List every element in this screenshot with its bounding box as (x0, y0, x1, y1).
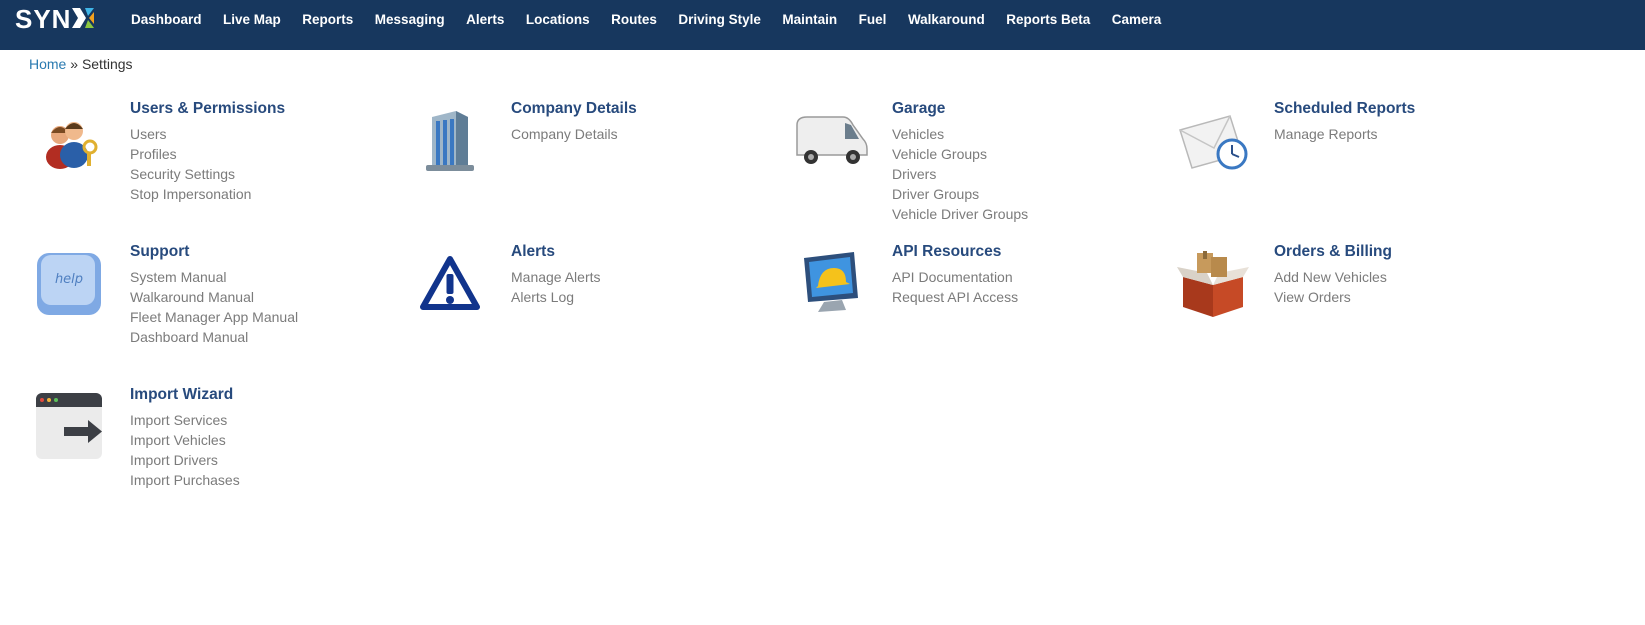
settings-section-import: Import Wizard Import Services Import Vehic… (29, 386, 409, 526)
van-icon[interactable] (791, 100, 871, 180)
section-title-users[interactable]: Users & Permissions (130, 100, 285, 118)
help-key-icon[interactable]: help (29, 243, 109, 323)
monitor-hardhat-icon[interactable] (791, 243, 871, 323)
settings-section-scheduled: Scheduled Reports Manage Reports (1173, 100, 1553, 240)
settings-section-alerts: Alerts Manage Alerts Alerts Log (410, 243, 790, 383)
section-links-company: Company Details (511, 124, 618, 144)
settings-link[interactable]: Request API Access (892, 287, 1018, 307)
import-arrow-icon[interactable] (29, 386, 109, 466)
settings-link[interactable]: Security Settings (130, 164, 251, 184)
section-links-orders: Add New Vehicles View Orders (1274, 267, 1387, 307)
section-title-garage[interactable]: Garage (892, 100, 945, 118)
section-links-garage: Vehicles Vehicle Groups Drivers Driver Grou… (892, 124, 1028, 224)
settings-link[interactable]: Alerts Log (511, 287, 601, 307)
section-title-company[interactable]: Company Details (511, 100, 637, 118)
settings-link[interactable]: API Documentation (892, 267, 1018, 287)
settings-link[interactable]: Company Details (511, 124, 618, 144)
settings-link[interactable]: View Orders (1274, 287, 1387, 307)
settings-link[interactable]: Driver Groups (892, 184, 1028, 204)
section-title-scheduled[interactable]: Scheduled Reports (1274, 100, 1415, 118)
settings-section-garage: Garage Vehicles Vehicle Groups Drivers Drive… (791, 100, 1171, 240)
settings-link[interactable]: Vehicles (892, 124, 1028, 144)
settings-section-api: API Resources API Documentation Request AP… (791, 243, 1171, 383)
users-keys-icon[interactable] (29, 100, 109, 180)
section-links-api: API Documentation Request API Access (892, 267, 1018, 307)
settings-link[interactable]: Import Drivers (130, 450, 240, 470)
warning-triangle-icon[interactable] (410, 243, 490, 323)
settings-link[interactable]: Drivers (892, 164, 1028, 184)
settings-section-orders: Orders & Billing Add New Vehicles View Ord… (1173, 243, 1553, 383)
section-links-users: Users Profiles Security Settings Stop Imper… (130, 124, 251, 204)
section-links-import: Import Services Import Vehicles Import Dri… (130, 410, 240, 490)
section-title-support[interactable]: Support (130, 243, 189, 261)
settings-grid: Users & Permissions Users Profiles Security… (0, 0, 1645, 625)
settings-link[interactable]: Add New Vehicles (1274, 267, 1387, 287)
settings-link[interactable]: Manage Alerts (511, 267, 601, 287)
settings-link[interactable]: Vehicle Groups (892, 144, 1028, 164)
settings-link[interactable]: Import Services (130, 410, 240, 430)
settings-link[interactable]: Stop Impersonation (130, 184, 251, 204)
section-title-import[interactable]: Import Wizard (130, 386, 233, 404)
settings-link[interactable]: Profiles (130, 144, 251, 164)
open-box-icon[interactable] (1173, 243, 1253, 323)
settings-link[interactable]: Users (130, 124, 251, 144)
office-building-icon[interactable] (410, 100, 490, 180)
settings-link[interactable]: Manage Reports (1274, 124, 1378, 144)
settings-section-users: Users & Permissions Users Profiles Security… (29, 100, 409, 240)
section-title-alerts[interactable]: Alerts (511, 243, 555, 261)
settings-section-support: help Support System Manual Walkaround Manu… (29, 243, 409, 383)
section-links-support: System Manual Walkaround Manual Fleet Mana… (130, 267, 298, 347)
settings-link[interactable]: Walkaround Manual (130, 287, 298, 307)
settings-section-company: Company Details Company Details (410, 100, 790, 240)
envelope-clock-icon[interactable] (1173, 100, 1253, 180)
svg-text:help: help (55, 272, 83, 287)
section-title-api[interactable]: API Resources (892, 243, 1001, 261)
section-title-orders[interactable]: Orders & Billing (1274, 243, 1392, 261)
section-links-scheduled: Manage Reports (1274, 124, 1378, 144)
settings-link[interactable]: Dashboard Manual (130, 327, 298, 347)
settings-link[interactable]: Fleet Manager App Manual (130, 307, 298, 327)
settings-link[interactable]: Import Vehicles (130, 430, 240, 450)
settings-link[interactable]: Import Purchases (130, 470, 240, 490)
settings-link[interactable]: System Manual (130, 267, 298, 287)
settings-link[interactable]: Vehicle Driver Groups (892, 204, 1028, 224)
section-links-alerts: Manage Alerts Alerts Log (511, 267, 601, 307)
